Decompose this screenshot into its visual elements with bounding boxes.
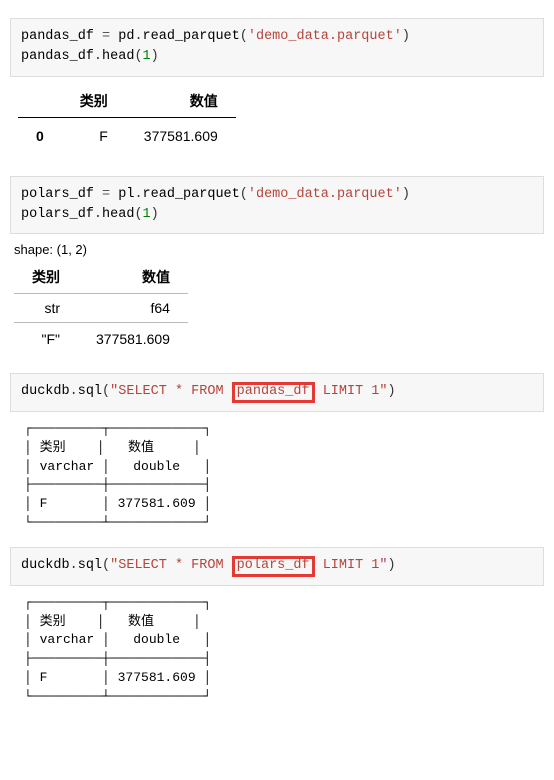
duckdb-output-2: ┌─────────┬────────────┐ │ 类别 │ 数值 │ │ v… [24,594,544,707]
code-cell-1[interactable]: pandas_df = pd.read_parquet('demo_data.p… [10,18,544,77]
highlight-polars-df: polars_df [232,556,315,577]
code-cell-3[interactable]: duckdb.sql("SELECT * FROM pandas_df LIMI… [10,373,544,412]
dtype-category: str [14,294,78,323]
pandas-output-table: 类别 数值 0 F 377581.609 [18,85,544,154]
code-cell-2[interactable]: polars_df = pl.read_parquet('demo_data.p… [10,176,544,235]
code-cell-4[interactable]: duckdb.sql("SELECT * FROM polars_df LIMI… [10,547,544,586]
cell-category: F [62,117,126,154]
col-value-header: 数值 [78,261,188,294]
cell-value: 377581.609 [78,323,188,356]
col-value-header: 数值 [126,85,236,118]
row-index: 0 [18,117,62,154]
highlight-pandas-df: pandas_df [232,382,315,403]
cell-category: "F" [14,323,78,356]
col-category-header: 类别 [62,85,126,118]
col-index-header [18,85,62,118]
col-category-header: 类别 [14,261,78,294]
cell-value: 377581.609 [126,117,236,154]
polars-output-table: 类别 数值 str f64 "F" 377581.609 [14,261,544,355]
dtype-value: f64 [78,294,188,323]
duckdb-output-1: ┌─────────┬────────────┐ │ 类别 │ 数值 │ │ v… [24,420,544,533]
polars-shape-label: shape: (1, 2) [14,242,544,257]
